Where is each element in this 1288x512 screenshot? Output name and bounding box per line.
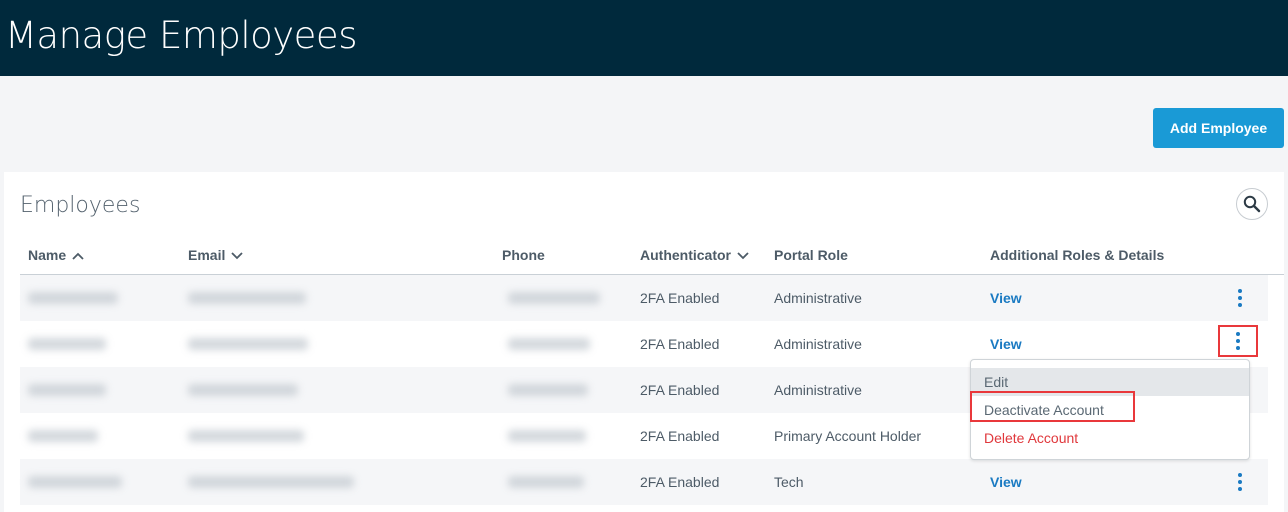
- column-header-phone[interactable]: Phone: [502, 247, 545, 263]
- column-label: Authenticator: [640, 247, 731, 263]
- redacted-name: [28, 476, 122, 488]
- chevron-down-icon: [737, 247, 749, 263]
- table-row: 2FA Enabled Tech View: [20, 459, 1268, 505]
- column-header-name[interactable]: Name: [28, 247, 84, 263]
- table-row: 2FA Enabled Administrative View: [20, 275, 1268, 321]
- redacted-name: [28, 292, 118, 304]
- page-header: Manage Employees: [0, 0, 1288, 76]
- chevron-up-icon: [72, 247, 84, 263]
- view-link[interactable]: View: [990, 474, 1022, 490]
- role-cell: Primary Account Holder: [774, 428, 922, 444]
- redacted-phone: [508, 338, 590, 350]
- more-options-icon[interactable]: [1232, 469, 1248, 495]
- authenticator-cell: 2FA Enabled: [640, 382, 720, 398]
- redacted-email: [188, 430, 304, 442]
- chevron-down-icon: [231, 247, 243, 263]
- more-options-icon[interactable]: [1232, 285, 1248, 311]
- role-cell: Tech: [774, 474, 804, 490]
- redacted-phone: [508, 292, 600, 304]
- redacted-name: [28, 384, 106, 396]
- redacted-name: [28, 430, 98, 442]
- highlight-box: [970, 391, 1135, 422]
- column-header-email[interactable]: Email: [188, 247, 243, 263]
- redacted-email: [188, 338, 308, 350]
- column-header-authenticator[interactable]: Authenticator: [640, 247, 749, 263]
- column-header-portal-role[interactable]: Portal Role: [774, 247, 848, 263]
- redacted-phone: [508, 476, 584, 488]
- role-cell: Administrative: [774, 382, 862, 398]
- redacted-email: [188, 292, 306, 304]
- redacted-name: [28, 338, 106, 350]
- view-link[interactable]: View: [990, 290, 1022, 306]
- column-label: Email: [188, 247, 226, 263]
- employees-card: Employees Name Email Phone Authenticator…: [4, 172, 1284, 512]
- card-title: Employees: [20, 193, 141, 218]
- authenticator-cell: 2FA Enabled: [640, 290, 720, 306]
- redacted-phone: [508, 384, 588, 396]
- authenticator-cell: 2FA Enabled: [640, 474, 720, 490]
- column-header-additional-roles: Additional Roles & Details: [990, 247, 1165, 263]
- column-label: Name: [28, 247, 67, 263]
- search-button[interactable]: [1236, 188, 1268, 220]
- authenticator-cell: 2FA Enabled: [640, 428, 720, 444]
- redacted-phone: [508, 430, 586, 442]
- view-link[interactable]: View: [990, 336, 1022, 352]
- redacted-email: [188, 384, 298, 396]
- add-employee-button[interactable]: Add Employee: [1153, 108, 1284, 148]
- role-cell: Administrative: [774, 290, 862, 306]
- role-cell: Administrative: [774, 336, 862, 352]
- authenticator-cell: 2FA Enabled: [640, 336, 720, 352]
- search-icon: [1243, 195, 1261, 213]
- redacted-email: [188, 476, 354, 488]
- menu-item-delete-account[interactable]: Delete Account: [971, 424, 1249, 452]
- page-title: Manage Employees: [5, 14, 357, 57]
- more-options-icon[interactable]: [1218, 325, 1258, 357]
